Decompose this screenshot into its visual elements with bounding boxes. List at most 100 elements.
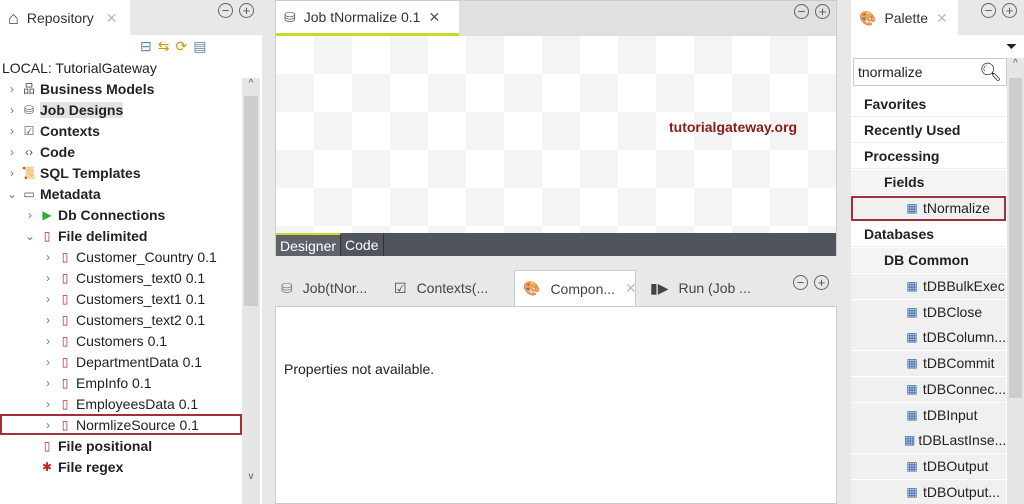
palette-category[interactable]: Recently Used (851, 118, 1006, 143)
component-icon: ▦ (906, 407, 918, 422)
chevron-right-icon[interactable]: › (42, 271, 54, 285)
filter-icon[interactable]: ⏷ (1006, 38, 1017, 55)
tab-job[interactable]: ⛁ Job(tNor... (275, 280, 388, 297)
tree-item[interactable]: › ▯ Customer_Country 0.1 (0, 246, 217, 267)
palette-category[interactable]: Favorites (851, 92, 1006, 117)
design-canvas[interactable]: tutorialgateway.org (276, 36, 836, 233)
tab-repository[interactable]: ⌂ Repository ✕ (0, 0, 130, 36)
close-icon[interactable]: ✕ (106, 10, 118, 27)
repository-root-label: LOCAL: TutorialGateway (2, 60, 157, 76)
file-regex-icon: ✱ (41, 459, 53, 474)
palette-category[interactable]: Fields (851, 170, 1006, 195)
tree-item[interactable]: ⌄ ▯ File delimited (0, 225, 148, 246)
tree-item[interactable]: ⌄ ▭ Metadata (0, 183, 101, 204)
tree-item[interactable]: › ▯ Customers 0.1 (0, 330, 167, 351)
palette-component[interactable]: ▦ tDBClose (851, 299, 1006, 325)
tab-component[interactable]: 🎨 Compon... ✕ (514, 270, 637, 306)
tab-job-editor[interactable]: ⛁ Job tNormalize 0.1 ✕ (276, 1, 459, 36)
palette-component[interactable]: ▦ tDBConnec... (851, 376, 1006, 402)
component-icon: ▦ (906, 304, 918, 319)
tree-item[interactable]: › ☑ Contexts (0, 120, 100, 141)
tab-label: Repository (26, 10, 94, 26)
refresh-icon[interactable]: ⟳ (175, 38, 187, 55)
palette-scrollbar[interactable]: ^ (1007, 58, 1024, 504)
tab-code[interactable]: Code (341, 233, 384, 256)
maximize-icon[interactable]: + (815, 4, 830, 19)
minimize-icon[interactable]: − (793, 275, 808, 290)
chevron-right-icon[interactable]: › (6, 166, 18, 180)
tree-item[interactable]: › ⛁ Job Designs (0, 99, 124, 120)
chevron-right-icon[interactable]: › (6, 82, 18, 96)
tab-run[interactable]: ▮▶ Run (Job ... (636, 280, 766, 297)
chevron-right-icon[interactable]: › (42, 313, 54, 327)
palette-component[interactable]: ▦ tDBInput (851, 402, 1006, 428)
chevron-right-icon[interactable]: › (42, 250, 54, 264)
minimize-icon[interactable]: − (794, 4, 809, 19)
component-icon: ▦ (906, 356, 918, 371)
search-icon[interactable]: 🔍︎ (979, 62, 1002, 83)
tab-designer[interactable]: Designer (276, 233, 342, 256)
chevron-right-icon[interactable]: › (42, 292, 54, 306)
palette-search[interactable]: tnormalize 🔍︎ (853, 58, 1007, 86)
tree-item[interactable]: › ▯ Customers_text0 0.1 (0, 267, 205, 288)
chevron-right-icon[interactable]: › (42, 397, 54, 411)
tree-item[interactable]: › 品 Business Models (0, 78, 154, 99)
tree-item-label: Customers_text2 0.1 (76, 311, 206, 328)
job-icon: ⛁ (281, 279, 293, 296)
palette-component[interactable]: ▦ tNormalize (851, 196, 1006, 221)
tree-item[interactable]: ▯ File positional (0, 435, 152, 456)
tree-item-label: EmployeesData 0.1 (76, 395, 199, 412)
palette-item-label: tDBOutput (923, 457, 989, 474)
maximize-icon[interactable]: + (239, 3, 254, 18)
close-icon[interactable]: ✕ (936, 10, 948, 27)
chevron-right-icon[interactable]: › (42, 355, 54, 369)
scrollbar-thumb[interactable] (244, 96, 258, 306)
chevron-down-icon[interactable]: ⌄ (6, 187, 18, 201)
palette-component[interactable]: ▦ tDBLastInse... (851, 428, 1006, 454)
link-editor-icon[interactable]: ⇆ (158, 38, 170, 55)
tree-item[interactable]: › ‹› Code (0, 141, 75, 162)
maximize-icon[interactable]: + (814, 275, 829, 290)
chevron-right-icon[interactable]: › (6, 145, 18, 159)
palette-category[interactable]: Databases (851, 222, 1006, 247)
tree-item[interactable]: › 📜 SQL Templates (0, 162, 141, 183)
palette-category[interactable]: DB Common (851, 248, 1006, 273)
palette-component[interactable]: ▦ tDBBulkExec (851, 274, 1006, 299)
palette-component[interactable]: ▦ tDBCommit (851, 351, 1006, 377)
tree-item[interactable]: › ▯ EmployeesData 0.1 (0, 393, 198, 414)
chevron-right-icon[interactable]: › (6, 103, 18, 117)
palette-item-label: tDBInput (923, 406, 978, 423)
palette-component[interactable]: ▦ tDBColumn... (851, 325, 1006, 351)
palette-category[interactable]: Processing (851, 144, 1006, 169)
tab-contexts[interactable]: ☑ Contexts(... (388, 280, 514, 297)
palette-component[interactable]: ▦ tDBOutput... (851, 479, 1006, 504)
chevron-right-icon[interactable]: › (42, 334, 54, 348)
chevron-down-icon[interactable]: ⌄ (24, 229, 36, 243)
tree-item[interactable]: › ▶ Db Connections (0, 204, 165, 225)
tree-item[interactable]: › ▯ DepartmentData 0.1 (0, 351, 202, 372)
collapse-all-icon[interactable]: ⊟ (140, 38, 152, 55)
chevron-right-icon[interactable]: › (24, 208, 36, 222)
view-menu-icon[interactable]: ▤ (193, 38, 206, 55)
chevron-right-icon[interactable]: › (42, 376, 54, 390)
tree-item[interactable]: › ▯ NormlizeSource 0.1 (0, 414, 242, 435)
minimize-icon[interactable]: − (218, 3, 233, 18)
tree-scrollbar[interactable]: ^ v (242, 78, 260, 504)
tree-item[interactable]: › ▯ EmpInfo 0.1 (0, 372, 152, 393)
tree-item[interactable]: ✱ File regex (0, 456, 123, 477)
tree-item-label: Customers_text0 0.1 (76, 269, 206, 286)
tree-item[interactable]: › ▯ Customers_text2 0.1 (0, 309, 205, 330)
repository-tree: › 品 Business Models › ⛁ Job Designs › ☑ Contexts… (0, 78, 242, 504)
tab-palette[interactable]: 🎨 Palette ✕ (851, 0, 958, 36)
palette-component[interactable]: ▦ tDBOutput (851, 453, 1006, 479)
search-input[interactable]: tnormalize (858, 64, 979, 80)
component-icon: ▦ (906, 381, 918, 396)
close-icon[interactable]: ✕ (428, 9, 440, 26)
tree-item[interactable]: › ▯ Customers_text1 0.1 (0, 288, 205, 309)
minimize-icon[interactable]: − (981, 3, 996, 18)
maximize-icon[interactable]: + (1002, 3, 1017, 18)
scrollbar-thumb[interactable] (1009, 78, 1022, 398)
chevron-right-icon[interactable]: › (6, 124, 18, 138)
close-icon[interactable]: ✕ (625, 280, 637, 297)
chevron-right-icon[interactable]: › (42, 418, 54, 432)
